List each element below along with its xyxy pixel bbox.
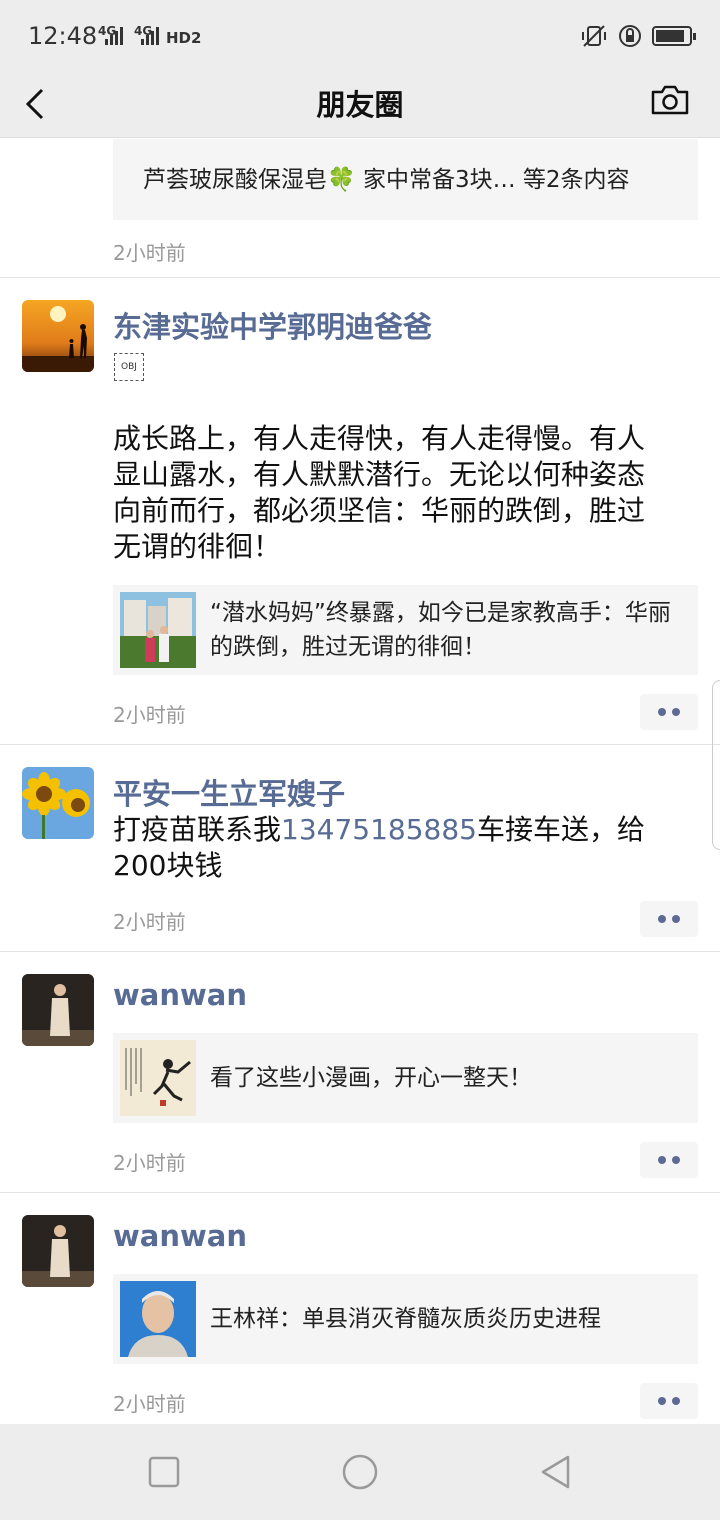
more-options-button[interactable] [640, 1383, 698, 1419]
hd-badge: HD2 [166, 29, 202, 47]
nav-bar: 朋友圈 [0, 72, 720, 138]
more-options-button[interactable] [640, 901, 698, 937]
link-card[interactable]: 看了这些小漫画，开心一整天！ [113, 1033, 698, 1123]
signal-icon [105, 27, 123, 45]
post-text: 打疫苗联系我13475185885车接车送，给200块钱 [113, 812, 673, 884]
post-text: 成长路上，有人走得快，有人走得慢。有人显山露水，有人默默潜行。无论以何种姿态向前… [113, 422, 646, 563]
divider [0, 1192, 720, 1193]
sunset-avatar-image [22, 300, 94, 372]
link-title: 看了这些小漫画，开心一整天！ [210, 1065, 532, 1091]
divider [0, 951, 720, 952]
home-icon[interactable] [342, 1454, 378, 1490]
divider [0, 277, 720, 278]
link-title: 芦荟玻尿酸保湿皂🍀 家中常备3块… 等2条内容 [143, 166, 630, 193]
moments-feed[interactable]: 芦荟玻尿酸保湿皂🍀 家中常备3块… 等2条内容 2小时前 东津实验中学郭明迪爸爸… [0, 139, 720, 1424]
status-time: 12:48 [28, 22, 98, 50]
page-title: 朋友圈 [316, 88, 404, 122]
person-avatar-image [22, 1215, 94, 1287]
more-options-button[interactable] [640, 694, 698, 730]
post-time: 2小时前 [113, 910, 186, 934]
post-time: 2小时前 [113, 1392, 186, 1416]
back-nav-icon[interactable] [538, 1454, 574, 1490]
post-time: 2小时前 [113, 703, 186, 727]
recents-icon[interactable] [146, 1454, 182, 1490]
link-thumbnail [120, 1040, 196, 1116]
post-text-start: 打疫苗联系我 [113, 813, 282, 846]
link-card[interactable]: 王林祥：单县消灭脊髓灰质炎历史进程 [113, 1274, 698, 1364]
status-bar: 12:48 4G 4G HD2 [0, 0, 720, 72]
divider [0, 744, 720, 745]
obj-placeholder: OBJ [114, 353, 144, 381]
battery-level [656, 30, 685, 42]
post-time: 2小时前 [113, 1151, 186, 1175]
link-card[interactable]: 芦荟玻尿酸保湿皂🍀 家中常备3块… 等2条内容 [113, 139, 698, 220]
link-title: 王林祥：单县消灭脊髓灰质炎历史进程 [210, 1306, 601, 1332]
comic-thumbnail [120, 1040, 196, 1116]
more-options-button[interactable] [640, 1142, 698, 1178]
avatar[interactable] [22, 1215, 94, 1287]
author-name[interactable]: 平安一生立军嫂子 [113, 771, 345, 813]
photo-thumbnail [120, 592, 196, 668]
status-right-icons [580, 24, 696, 48]
author-name[interactable]: 东津实验中学郭明迪爸爸 [113, 304, 432, 346]
vibrate-mute-icon [582, 25, 606, 47]
portrait-thumbnail [120, 1281, 196, 1357]
avatar[interactable] [22, 767, 94, 839]
rotation-lock-icon [619, 25, 641, 47]
sunflower-avatar-image [22, 767, 94, 839]
author-name[interactable]: wanwan [113, 978, 247, 1012]
link-thumbnail [120, 592, 196, 668]
system-nav-bar [0, 1424, 720, 1520]
link-thumbnail [120, 1281, 196, 1357]
link-title: “潜水妈妈”终暴露，如今已是家教高手：华丽的跌倒，胜过无谓的徘徊！ [210, 600, 671, 660]
phone-number-link[interactable]: 13475185885 [281, 813, 477, 846]
link-card[interactable]: “潜水妈妈”终暴露，如今已是家教高手：华丽的跌倒，胜过无谓的徘徊！ [113, 585, 698, 675]
person-avatar-image [22, 974, 94, 1046]
battery-icon [652, 26, 696, 46]
scrollbar[interactable] [712, 680, 720, 850]
signal-icon-2 [141, 27, 159, 45]
avatar[interactable] [22, 974, 94, 1046]
avatar[interactable] [22, 300, 94, 372]
author-name[interactable]: wanwan [113, 1219, 247, 1253]
post-time: 2小时前 [113, 241, 186, 265]
camera-icon[interactable] [650, 80, 690, 120]
